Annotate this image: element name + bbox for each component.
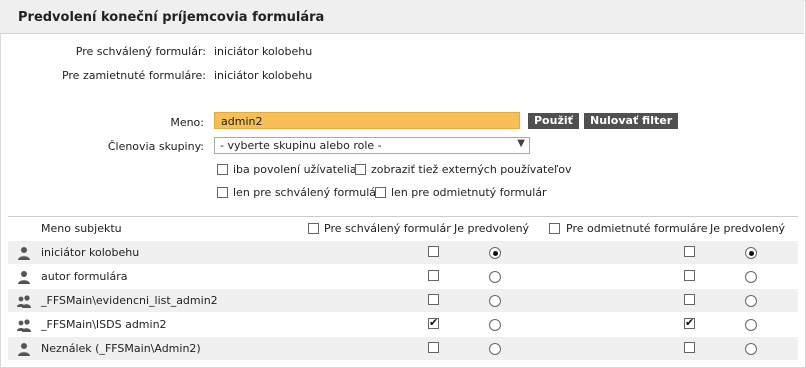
rejected-checkbox[interactable] [684,316,695,329]
col-rejected-header: Pre odmietnuté formuláre [566,222,708,235]
row-name: iniciátor kolobehu [41,246,140,259]
table-row: autor formulára [8,265,798,288]
group-select-value: - vyberte skupinu alebo role - [220,139,382,152]
panel-title: Predvolení koneční príjemcovia formulára [18,10,325,25]
approved-only-checkbox[interactable] [217,187,228,198]
group-select[interactable]: - vyberte skupinu alebo role - ▼ [214,137,530,154]
default-rejected-radio[interactable] [745,247,757,259]
rejected-only-checkbox[interactable] [375,187,386,198]
approved-checkbox[interactable] [428,342,439,353]
user-icon [17,270,31,284]
name-filter-label: Meno: [170,116,204,129]
apply-button[interactable]: Použiť [528,113,579,129]
allowed-users-label: iba povolení užívatelia [233,163,357,176]
default-approved-radio[interactable] [489,247,501,259]
row-name: autor formulára [41,270,128,283]
user-icon [17,342,31,356]
chevron-down-icon: ▼ [517,138,525,149]
default-rejected-radio[interactable] [745,319,757,331]
approved-only-label: len pre schválený formulár [233,186,381,199]
group-icon [17,294,31,308]
approved-info-value: iniciátor kolobehu [214,45,313,58]
external-users-checkbox[interactable] [355,164,366,175]
default-approved-radio[interactable] [489,319,501,331]
default-approved-radio[interactable] [489,295,501,307]
table-row: _FFSMain\ISDS admin2 [8,313,798,336]
approved-checkbox[interactable] [428,316,439,329]
external-users-label: zobraziť tiež externých používateľov [371,163,572,176]
approved-checkbox[interactable] [428,246,439,257]
default-approved-radio[interactable] [489,271,501,283]
rejected-info-value: iniciátor kolobehu [214,69,313,82]
col-default2-header: Je predvolený [710,222,786,235]
group-filter-label: Členovia skupiny: [107,140,204,153]
rejected-checkbox[interactable] [684,342,695,353]
default-rejected-radio[interactable] [745,295,757,307]
row-name: _FFSMain\ISDS admin2 [41,318,167,331]
rejected-checkbox[interactable] [684,294,695,305]
table-row: Neználek (_FFSMain\Admin2) [8,337,798,360]
rejected-only-label: len pre odmietnutý formulár [391,186,547,199]
col-default1-header: Je predvolený [454,222,530,235]
table-row: _FFSMain\evidencni_list_admin2 [8,289,798,312]
rejected-checkbox[interactable] [684,270,695,281]
name-filter-input[interactable]: admin2 [214,112,520,129]
default-rejected-radio[interactable] [745,271,757,283]
approved-checkbox[interactable] [428,294,439,305]
col-approved-header: Pre schválený formulár [324,222,451,235]
row-name: Neználek (_FFSMain\Admin2) [41,342,201,355]
default-rejected-radio[interactable] [745,343,757,355]
rejected-checkbox[interactable] [684,246,695,257]
approved-info-label: Pre schválený formulár: [75,45,206,58]
select-all-approved-checkbox[interactable] [308,223,319,234]
reset-filter-button[interactable]: Nulovať filter [584,113,679,129]
rejected-info-label: Pre zamietnuté formuláre: [61,69,206,82]
default-approved-radio[interactable] [489,343,501,355]
allowed-users-checkbox[interactable] [217,164,228,175]
group-icon [17,318,31,332]
col-name-header: Meno subjektu [41,222,122,235]
approved-checkbox[interactable] [428,270,439,281]
row-name: _FFSMain\evidencni_list_admin2 [41,294,218,307]
select-all-rejected-checkbox[interactable] [549,223,560,234]
panel-header: Predvolení koneční príjemcovia formulára [0,0,804,34]
user-icon [17,246,31,260]
table-row: iniciátor kolobehu [8,241,798,264]
table-header: Meno subjektu Pre schválený formulár Je … [8,216,798,240]
